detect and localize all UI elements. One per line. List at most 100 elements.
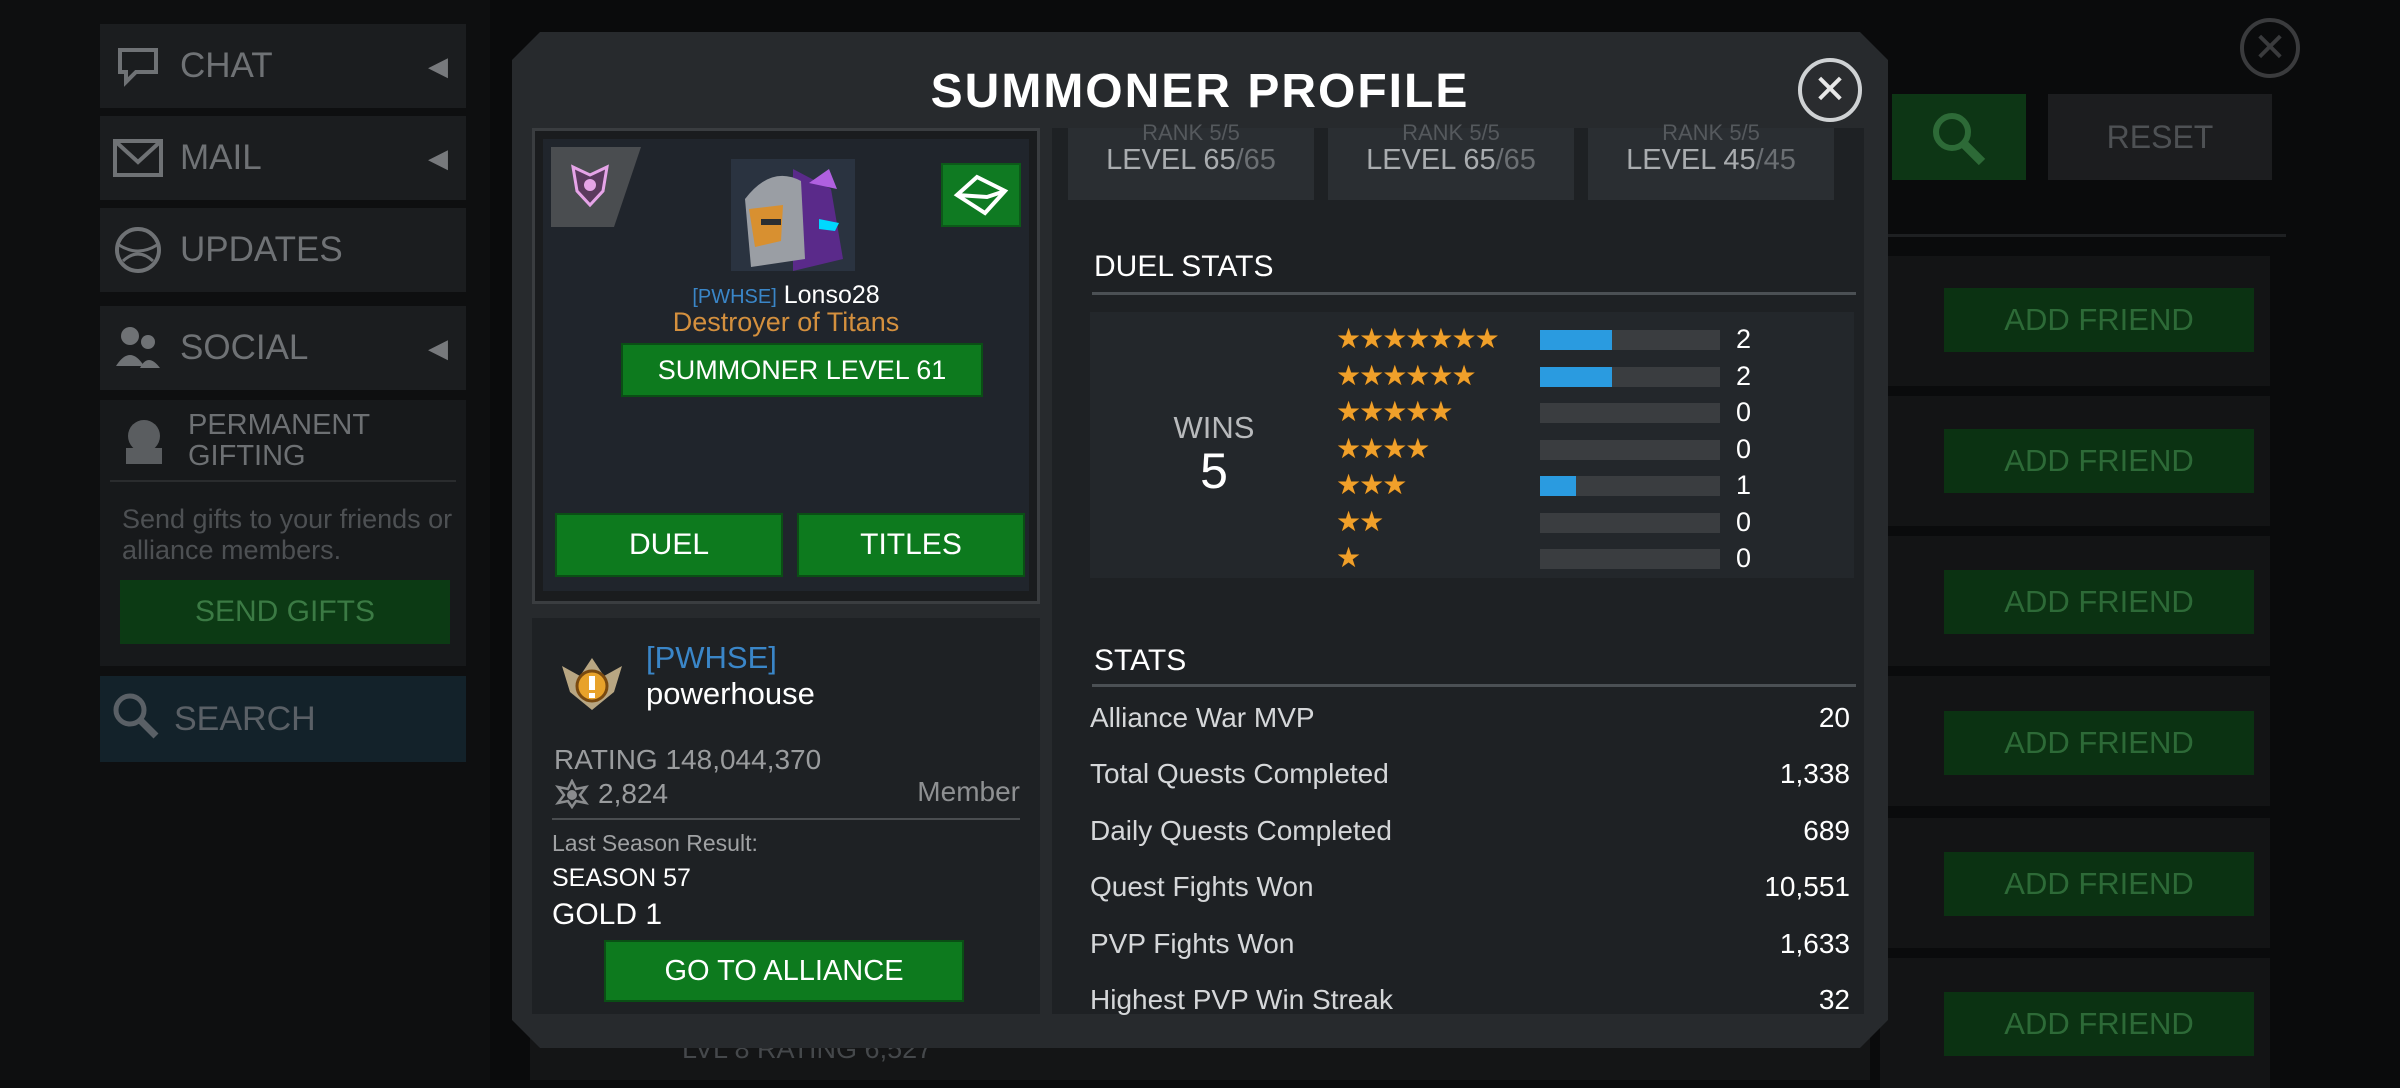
add-friend-button[interactable]: ADD FRIEND <box>1944 429 2254 493</box>
close-icon[interactable]: ✕ <box>2240 18 2300 78</box>
mail-icon <box>953 174 1009 216</box>
star-rating-icon: ★★★ <box>1336 469 1407 500</box>
duel-star-row: ★★★ 1 <box>1336 469 1836 501</box>
progress-fill <box>1540 330 1612 350</box>
avatar <box>731 159 855 271</box>
alliance-tag[interactable]: [PWHSE] <box>646 640 777 676</box>
stats-panel: RANK 5/5 LEVEL 65/65 RANK 5/5 LEVEL 65/6… <box>1052 120 1864 1015</box>
sidebar-item-search[interactable]: SEARCH <box>100 676 466 762</box>
stat-row: Daily Quests Completed 689 <box>1090 815 1850 855</box>
stat-row: Total Quests Completed 1,338 <box>1090 758 1850 798</box>
titles-button[interactable]: TITLES <box>797 513 1025 577</box>
search-button[interactable] <box>1892 94 2026 180</box>
summoner-profile-modal: SUMMONER PROFILE ✕ [PWHSE] Lonso28 Destr… <box>512 32 1888 1048</box>
season-tier: GOLD 1 <box>552 898 663 931</box>
summoner-name: [PWHSE] Lonso28 <box>543 281 1029 310</box>
progress-bar <box>1540 330 1720 350</box>
champion-level: LEVEL 65/65 <box>1106 144 1276 176</box>
caret-left-icon: ◀ <box>428 50 448 81</box>
champion-level: LEVEL 65/65 <box>1366 144 1536 176</box>
profile-inner: [PWHSE] Lonso28 Destroyer of Titans SUMM… <box>543 139 1029 591</box>
permanent-gifting-panel: PERMANENT GIFTING Send gifts to your fri… <box>100 400 466 666</box>
people-icon <box>110 320 166 376</box>
star-rating-icon: ★★★★★★★ <box>1336 323 1500 354</box>
stat-label: Highest PVP Win Streak <box>1090 984 1393 1015</box>
reset-button[interactable]: RESET <box>2048 94 2272 180</box>
duel-count: 0 <box>1736 506 1752 537</box>
sidebar-item-mail[interactable]: MAIL ◀ <box>100 116 466 200</box>
alliance-name: powerhouse <box>646 676 815 711</box>
message-button[interactable] <box>941 163 1021 227</box>
globe-icon <box>110 222 166 278</box>
wins-value: 5 <box>1200 443 1228 499</box>
title-badge[interactable] <box>551 147 641 227</box>
gifting-title: PERMANENT GIFTING <box>188 409 370 472</box>
duel-star-row: ★★★★ 0 <box>1336 433 1836 464</box>
trophy-icon <box>555 779 589 809</box>
sidebar-item-label: SOCIAL <box>180 328 309 367</box>
duel-star-row: ★ 0 <box>1336 542 1836 574</box>
champion-tile: RANK 5/5 LEVEL 45/45 <box>1588 120 1834 200</box>
alliance-rating: RATING 148,044,370 <box>554 744 822 775</box>
star-rating-icon: ★★ <box>1336 505 1384 537</box>
close-button[interactable]: ✕ <box>1798 58 1862 122</box>
champion-level: LEVEL 45/45 <box>1626 144 1796 176</box>
duel-count: 1 <box>1736 470 1752 500</box>
progress-bar <box>1540 512 1720 533</box>
player-name: Lonso28 <box>783 281 880 309</box>
mail-icon <box>110 130 166 186</box>
add-friend-button[interactable]: ADD FRIEND <box>1944 711 2254 775</box>
title-icon <box>571 164 609 208</box>
star-rating-icon: ★★★★★ <box>1336 396 1454 427</box>
sidebar-item-updates[interactable]: UPDATES <box>100 208 466 292</box>
stats-heading: STATS <box>1094 644 1187 677</box>
progress-bar <box>1540 476 1720 496</box>
duel-star-row: ★★★★★★ 2 <box>1336 360 1836 391</box>
champion-tile: RANK 5/5 LEVEL 65/65 <box>1068 120 1314 200</box>
stat-row: PVP Fights Won 1,633 <box>1090 928 1850 968</box>
stat-row: Quest Fights Won 10,551 <box>1090 871 1850 911</box>
add-friend-button[interactable]: ADD FRIEND <box>1944 992 2254 1056</box>
duel-stats-heading: DUEL STATS <box>1094 250 1274 283</box>
duel-count: 0 <box>1736 543 1752 573</box>
star-rating-icon: ★ <box>1336 542 1361 573</box>
divider <box>552 818 1020 820</box>
sidebar-item-label: SEARCH <box>174 699 316 738</box>
sidebar-item-label: CHAT <box>180 46 273 85</box>
stat-label: Alliance War MVP <box>1090 702 1315 733</box>
close-icon: ✕ <box>1813 68 1847 112</box>
sidebar-item-social[interactable]: SOCIAL ◀ <box>100 306 466 390</box>
gift-hulk-icon <box>116 412 172 473</box>
send-gifts-button[interactable]: SEND GIFTS <box>120 580 450 644</box>
alliance-card: [PWHSE] powerhouse RATING 148,044,370 2,… <box>532 618 1040 1014</box>
champion-rank: RANK 5/5 <box>1142 120 1240 145</box>
stat-row: Alliance War MVP 20 <box>1090 702 1850 742</box>
sidebar-item-label: MAIL <box>180 138 262 177</box>
divider <box>1092 684 1856 687</box>
go-to-alliance-button[interactable]: GO TO ALLIANCE <box>604 940 964 1002</box>
duel-star-row: ★★ 0 <box>1336 505 1836 537</box>
stat-value: 1,633 <box>1779 927 1850 959</box>
sidebar: CHAT ◀ MAIL ◀ UPDATES SOCIAL ◀ PERMANENT… <box>0 0 490 1080</box>
chat-icon <box>110 38 166 94</box>
progress-bar <box>1540 439 1720 460</box>
divider <box>110 480 456 482</box>
stat-label: Total Quests Completed <box>1090 758 1389 790</box>
progress-bar <box>1540 403 1720 423</box>
sidebar-item-chat[interactable]: CHAT ◀ <box>100 24 466 108</box>
stat-row: Highest PVP Win Streak 32 <box>1090 984 1850 1024</box>
duel-count: 2 <box>1736 324 1752 354</box>
champion-rank: RANK 5/5 <box>1402 120 1500 145</box>
duel-count: 2 <box>1736 360 1752 391</box>
progress-bar <box>1540 366 1720 387</box>
duel-star-row: ★★★★★★★ 2 <box>1336 323 1836 355</box>
add-friend-button[interactable]: ADD FRIEND <box>1944 852 2254 916</box>
alliance-trophies: 2,824 <box>554 778 668 810</box>
modal-title: SUMMONER PROFILE <box>930 65 1470 118</box>
divider <box>1880 234 2286 237</box>
sidebar-item-label: UPDATES <box>180 230 343 269</box>
add-friend-button[interactable]: ADD FRIEND <box>1944 288 2254 352</box>
add-friend-button[interactable]: ADD FRIEND <box>1944 570 2254 634</box>
duel-button[interactable]: DUEL <box>555 513 783 577</box>
stat-value: 1,338 <box>1779 758 1850 790</box>
